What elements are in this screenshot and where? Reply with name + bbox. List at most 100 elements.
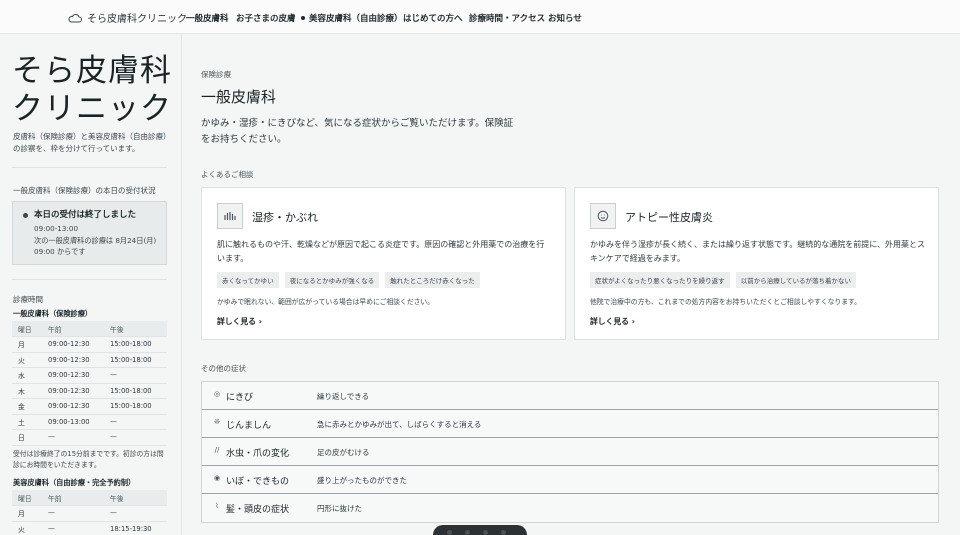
list-item[interactable]: ◎ にきび 繰り返しできる — [202, 382, 938, 410]
table-row: 月 09:00-12:30 15:00-18:00 — [12, 336, 167, 353]
cloud-icon — [68, 13, 82, 22]
beauty-hours-table: 曜日 午前 午後 月 — — 火 —18:15-19:30 — [12, 490, 167, 535]
table-row: 火 09:00-12:30 15:00-18:00 — [12, 352, 167, 368]
table-cell: 火 — [12, 521, 42, 535]
acne-icon: ◎ — [213, 390, 221, 398]
nav-item-beauty-label: 美容皮膚科（自由診療） — [309, 14, 403, 24]
table-cell: 09:00-12:30 — [42, 367, 104, 384]
divider — [12, 279, 167, 280]
table-header: 午前 — [42, 321, 104, 337]
table-header-row: 曜日 午前 午後 — [12, 321, 167, 337]
symptom-name: じんましん — [226, 421, 272, 431]
toolbar-dot-icon — [465, 530, 470, 535]
table-cell: 火 — [12, 352, 42, 368]
beauty-table-title: 美容皮膚科（自由診療・完全予約制） — [13, 478, 136, 487]
table-row: 月 — — — [12, 505, 167, 522]
card-description: かゆみを伴う湿疹が長く続く、または繰り返す状態です。継続的な通院を前提に、外用薬… — [590, 240, 925, 263]
status-dot-icon — [23, 213, 28, 218]
table-header-row: 曜日 午前 午後 — [12, 490, 167, 506]
symptom-card-atopic[interactable]: アトピー性皮膚炎 かゆみを伴う湿疹が長く続く、または繰り返す状態です。継続的な通… — [574, 187, 939, 340]
card-note: 他院で治療中の方も、これまでの処方内容をお持ちいただくとご相談しやすくなります。 — [590, 298, 861, 306]
list-item[interactable]: ❊ じんましん 急に赤みとかゆみが出て、しばらくすると消える — [202, 410, 938, 438]
table-cell: 18:15-19:30 — [104, 521, 167, 535]
details-link[interactable]: 詳しく見る › — [217, 316, 262, 327]
clinic-title-line1: そら皮膚科 — [12, 53, 172, 89]
table-cell: 日 — [12, 429, 42, 446]
table-row: 木 09:00-12:30 15:00-18:00 — [12, 383, 167, 399]
other-symptoms-label: その他の症状 — [201, 364, 246, 373]
clinic-title: そら皮膚科 クリニック — [12, 52, 172, 128]
rash-icon: ❊ — [214, 418, 220, 426]
table-cell: 09:00-12:30 — [42, 383, 104, 399]
insurance-hours-table: 曜日 午前 午後 月 09:00-12:30 15:00-18:00 火 09:00-… — [12, 321, 167, 446]
symptom-tags: 症状がよくなったり悪くなったりを繰り返す 以前から治療しているが落ち着かない — [590, 272, 856, 288]
nav-item-children[interactable]: お子さまの皮膚 — [236, 12, 296, 24]
hair-icon: ⌇ — [215, 502, 219, 510]
list-item[interactable]: ◉ いぼ・できもの 盛り上がったものができた — [202, 466, 938, 494]
floating-toolbar[interactable] — [433, 525, 527, 535]
status-next: 次の一般皮膚科の診療は 8月24日(月) 09:00 からです — [34, 236, 157, 256]
symptom-description: 繰り返しできる — [317, 392, 370, 401]
face-icon — [590, 203, 616, 229]
table-cell: 月 — [12, 505, 42, 522]
table-row: 土 09:00-13:00— — [12, 414, 167, 430]
table-row: 水 09:00-12:30— — [12, 367, 167, 384]
symptom-name: いぼ・できもの — [226, 477, 290, 487]
table-cell: — — [104, 505, 167, 522]
chevron-right-icon: › — [258, 317, 262, 326]
status-main: 本日の受付は終了しました — [34, 210, 137, 220]
divider — [12, 167, 167, 168]
table-header: 曜日 — [12, 490, 42, 506]
symptom-card-eczema[interactable]: 湿疹・かぶれ 肌に触れるものや汗、乾燥などが原因で起こる炎症です。原因の確認と外… — [201, 187, 566, 340]
table-cell: 09:00-12:30 — [42, 398, 104, 415]
symptom-description: 円形に抜けた — [317, 504, 362, 513]
table-cell: 土 — [12, 414, 42, 430]
table-cell: — — [42, 505, 104, 522]
chevron-right-icon: › — [631, 317, 635, 326]
nav-item-beauty[interactable]: 美容皮膚科（自由診療） — [301, 12, 403, 24]
table-cell: — — [104, 367, 167, 384]
clinic-title-line2: クリニック — [12, 91, 172, 127]
table-cell: 水 — [12, 367, 42, 384]
table-cell: — — [42, 521, 104, 535]
toolbar-dot-icon — [483, 530, 488, 535]
hand-icon — [217, 203, 243, 229]
details-link[interactable]: 詳しく見る › — [590, 316, 635, 327]
table-header: 午前 — [42, 490, 104, 506]
list-item[interactable]: ⌇ 髪・頭皮の症状 円形に抜けた — [202, 494, 938, 522]
table-row: 金 09:00-12:30 15:00-18:00 — [12, 398, 167, 415]
status-label: 一般皮膚科（保険診療）の本日の受付状況 — [13, 186, 156, 195]
table-row: 火 —18:15-19:30 — [12, 521, 167, 535]
card-title: 湿疹・かぶれ — [252, 211, 318, 224]
table-cell: 15:00-18:00 — [104, 336, 167, 353]
table-cell: 09:00-12:30 — [42, 336, 104, 353]
reception-status-box: 本日の受付は終了しました 09:00-13:00 次の一般皮膚科の診療は 8月2… — [12, 201, 167, 265]
clinic-description: 皮膚科（保険診療）と美容皮膚科（自由診療）の診察を、枠を分けて行っています。 — [13, 132, 171, 153]
nav-item-news[interactable]: お知らせ — [548, 12, 582, 24]
page-title: 一般皮膚科 — [201, 88, 277, 106]
current-dot-icon — [301, 16, 305, 20]
nail-icon: // — [214, 446, 220, 454]
symptom-name: 水虫・爪の変化 — [226, 449, 290, 459]
nav-item-first-visit[interactable]: はじめての方へ — [403, 12, 463, 24]
brand-name: そら皮膚科クリニック — [87, 14, 187, 25]
nav-item-general[interactable]: 一般皮膚科 — [186, 12, 229, 24]
table-header: 曜日 — [12, 321, 42, 337]
details-link-label: 詳しく見る — [217, 317, 256, 326]
other-symptoms-list: ◎ にきび 繰り返しできる ❊ じんましん 急に赤みとかゆみが出て、しばらくする… — [201, 381, 939, 523]
status-hours: 09:00-13:00 — [34, 224, 79, 233]
symptom-tag: 赤くなってかゆい — [217, 272, 279, 288]
nav-item-hours-access[interactable]: 診療時間・アクセス — [469, 12, 545, 24]
symptom-description: 盛り上がったものができた — [317, 476, 407, 485]
table-header: 午後 — [104, 321, 167, 337]
table-cell: 木 — [12, 383, 42, 399]
list-item[interactable]: // 水虫・爪の変化 足の皮がむける — [202, 438, 938, 466]
reception-note: 受付は診療終了の15分前までです。初診の方は問診にお時間をいただきます。 — [13, 450, 164, 469]
card-note: かゆみで眠れない、範囲が広がっている場合は早めにご相談ください。 — [217, 298, 435, 306]
insurance-table-title: 一般皮膚科（保険診療） — [13, 309, 93, 318]
brand-link[interactable]: そら皮膚科クリニック — [68, 10, 187, 25]
symptom-tag: 症状がよくなったり悪くなったりを繰り返す — [590, 272, 730, 288]
table-cell: 月 — [12, 336, 42, 353]
symptom-tags: 赤くなってかゆい 夜になるとかゆみが強くなる 触れたところだけ赤くなった — [217, 272, 480, 288]
details-link-label: 詳しく見る — [590, 317, 629, 326]
